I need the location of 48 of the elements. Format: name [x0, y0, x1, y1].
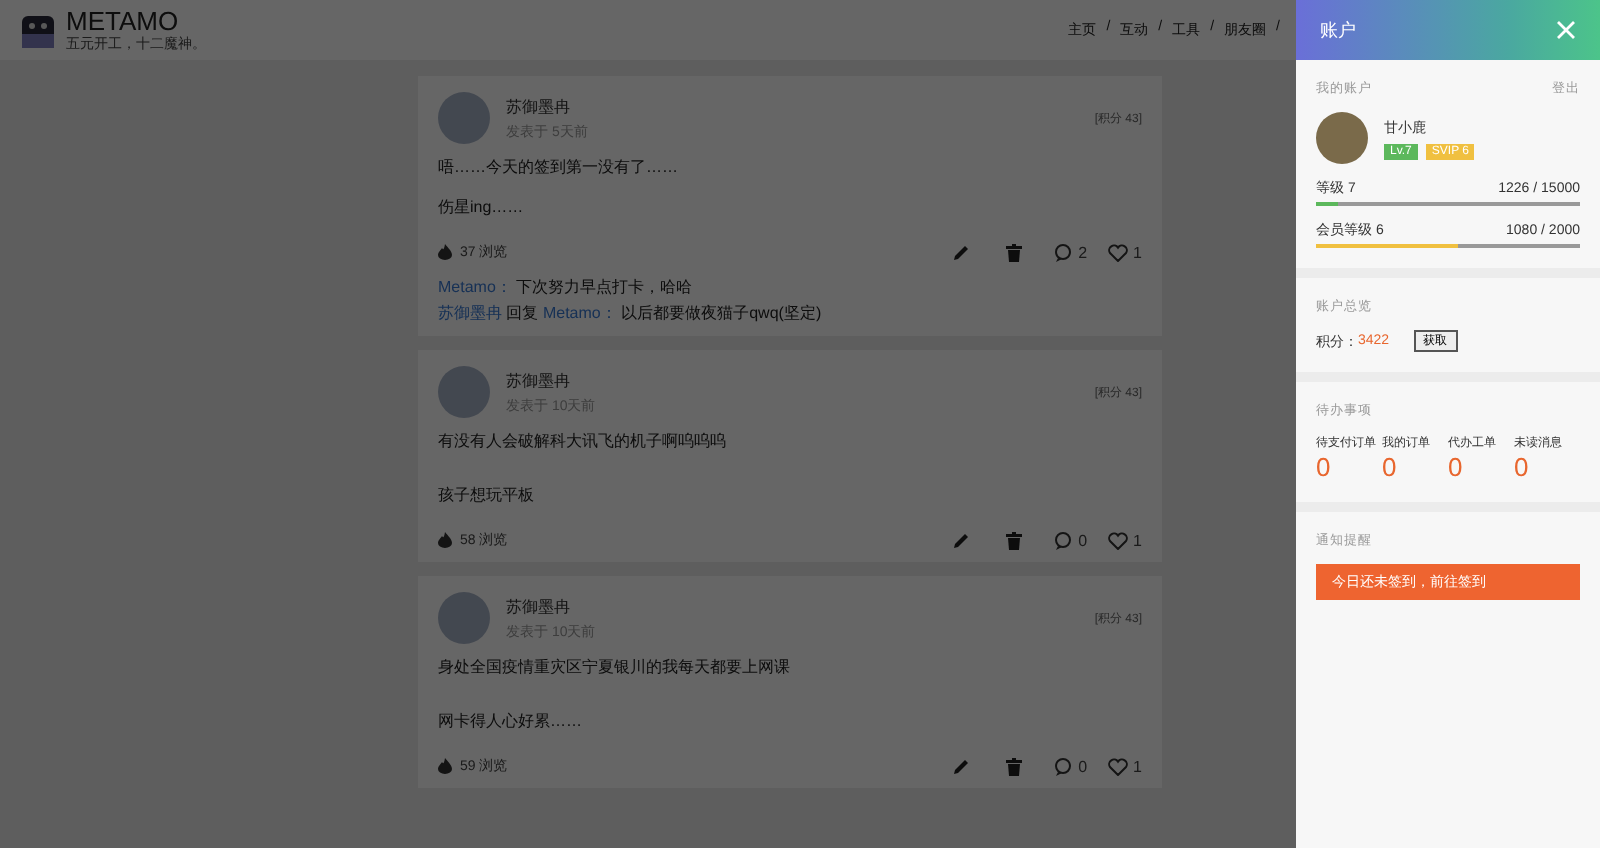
- avatar: [438, 592, 490, 644]
- post-text: 有没有人会破解科大讯飞的机子啊呜呜呜: [438, 430, 728, 452]
- reply-author[interactable]: Metamo：: [438, 278, 512, 296]
- heart-icon[interactable]: [1107, 243, 1128, 261]
- post-text: 伤星ing……: [438, 196, 526, 218]
- heart-icon[interactable]: [1107, 757, 1128, 775]
- reply-target[interactable]: Metamo：: [542, 304, 617, 322]
- trash-icon[interactable]: [1006, 531, 1023, 549]
- reply-verb: 回复: [506, 304, 539, 322]
- todo-count: 0: [1448, 452, 1465, 482]
- trash-icon[interactable]: [1006, 757, 1023, 775]
- todo-count: 0: [1316, 452, 1333, 482]
- reply-text: 以后都要做夜猫子qwq(坚定): [621, 304, 822, 322]
- reply-author[interactable]: 苏御墨冉: [438, 304, 502, 322]
- flame-icon: [438, 758, 452, 774]
- author-name[interactable]: 苏御墨冉: [506, 369, 596, 391]
- reply-text: 下次努力早点打卡，哈哈: [516, 278, 693, 296]
- post-text: 网卡得人心好累……: [438, 710, 584, 732]
- avatar: [438, 366, 490, 418]
- comment-count: 0: [1078, 531, 1088, 549]
- comment-count: 2: [1078, 243, 1088, 261]
- flame-icon: [438, 244, 452, 260]
- author-name[interactable]: 苏御墨冉: [506, 595, 596, 617]
- like-count: 1: [1133, 531, 1142, 549]
- heart-icon[interactable]: [1107, 531, 1128, 549]
- author-name[interactable]: 苏御墨冉: [506, 95, 588, 117]
- like-count: 1: [1133, 757, 1142, 775]
- post-text: 身处全国疫情重灾区宁夏银川的我每天都要上网课: [438, 656, 792, 678]
- close-icon[interactable]: [1556, 20, 1576, 40]
- site-title: METAMO: [66, 7, 181, 33]
- like-count: 1: [1133, 243, 1142, 261]
- comment-icon[interactable]: [1054, 243, 1073, 261]
- comment-icon[interactable]: [1054, 531, 1073, 549]
- pencil-icon[interactable]: [952, 531, 971, 549]
- flame-icon: [438, 532, 452, 548]
- todo-count: 0: [1514, 452, 1531, 482]
- drawer-title: 账户: [1320, 17, 1356, 43]
- post-text: 孩子想玩平板: [438, 484, 536, 506]
- avatar: [438, 92, 490, 144]
- comment-icon[interactable]: [1054, 757, 1073, 775]
- post-text: 唔……今天的签到第一没有了……: [438, 156, 680, 178]
- pencil-icon[interactable]: [952, 757, 971, 775]
- logo-icon: [20, 10, 56, 50]
- comment-count: 0: [1078, 757, 1088, 775]
- user-avatar: [1316, 112, 1368, 164]
- trash-icon[interactable]: [1006, 243, 1023, 261]
- pencil-icon[interactable]: [952, 243, 971, 261]
- todo-count: 0: [1382, 452, 1399, 482]
